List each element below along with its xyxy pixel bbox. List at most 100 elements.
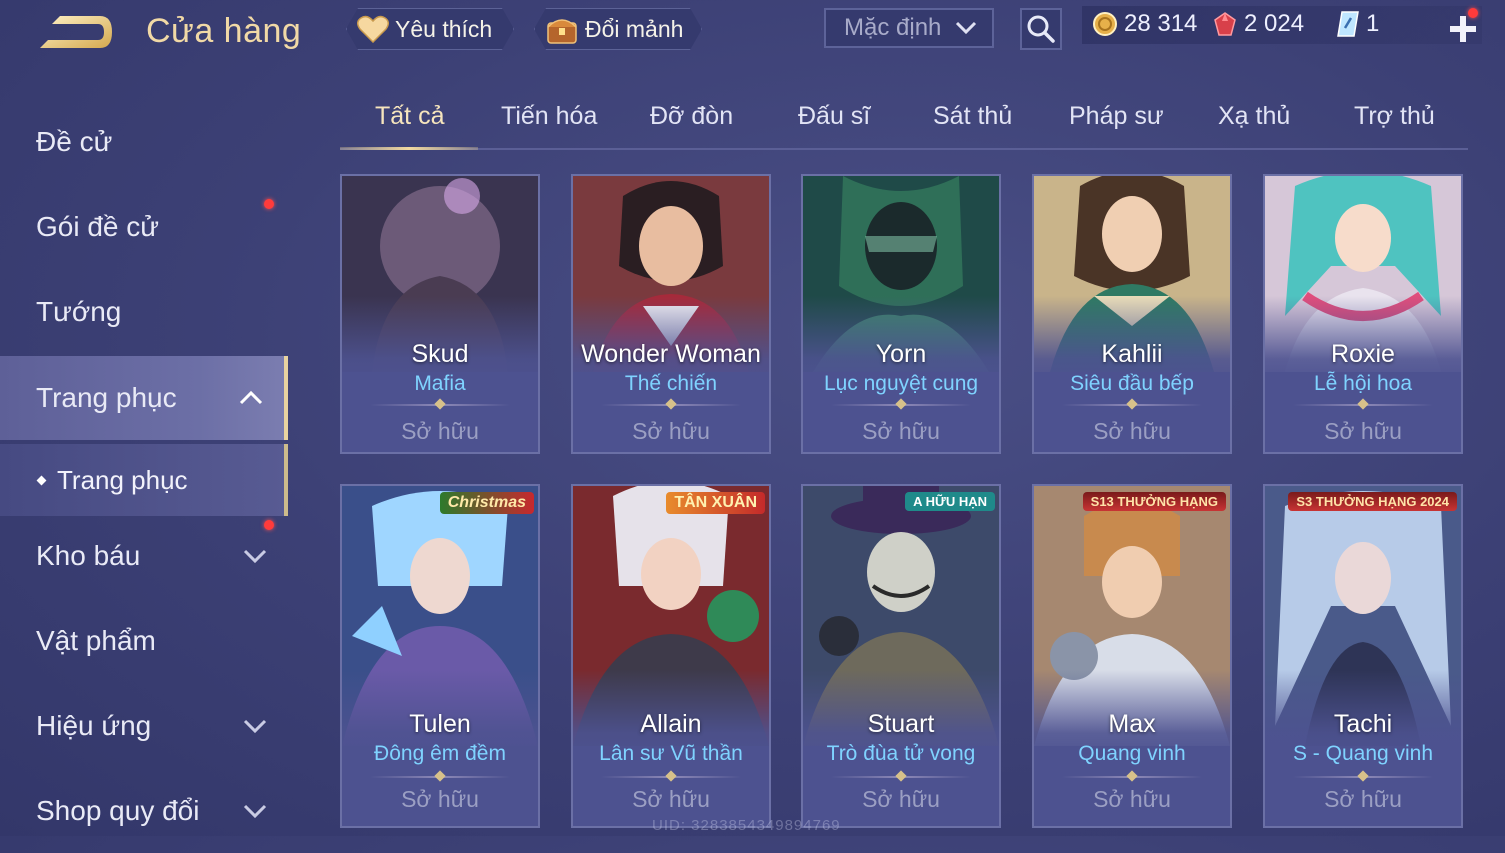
skin-name: S - Quang vinh <box>1292 742 1434 765</box>
sidebar-item-label: Vật phẩm <box>36 625 156 656</box>
exchange-fragments-button[interactable]: Đổi mảnh <box>534 8 702 50</box>
rank-reward-badge: S13 THƯỞNG HẠNG <box>1082 492 1226 511</box>
skin-name: Lễ hội hoa <box>1313 372 1413 395</box>
skin-name: Trò đùa tử vong <box>826 742 976 765</box>
gold-currency: 28 314 <box>1092 10 1197 38</box>
hero-name: Roxie <box>1331 340 1395 368</box>
tab-mage[interactable]: Pháp sư <box>1069 102 1164 131</box>
sort-selected-value: Mặc định <box>844 14 942 41</box>
search-button[interactable] <box>1020 8 1062 50</box>
tab-all[interactable]: Tất cả <box>375 102 444 131</box>
category-tabs: Tất cả Tiến hóa Đỡ đòn Đấu sĩ Sát thủ Ph… <box>340 96 1468 150</box>
gem-currency: 2 024 <box>1212 10 1304 38</box>
tab-tank[interactable]: Đỡ đòn <box>650 102 733 131</box>
notification-dot <box>264 199 274 209</box>
hero-name: Allain <box>640 710 702 738</box>
exchange-label: Đổi mảnh <box>585 15 684 42</box>
ownership-status: Sở hữu <box>1324 418 1402 444</box>
limited-badge: A HỮU HẠN <box>905 492 995 511</box>
event-badge: TÂN XUÂN <box>666 492 765 514</box>
skin-card[interactable]: Skud Mafia Sở hữu <box>340 174 540 454</box>
hero-name: Kahlii <box>1101 340 1163 368</box>
sidebar: Đề cử Gói đề cử Tướng Trang phục Trang p… <box>0 90 290 836</box>
sort-dropdown[interactable]: Mặc định <box>824 8 994 48</box>
chevron-up-icon <box>239 390 263 405</box>
tab-fighter[interactable]: Đấu sĩ <box>798 102 870 131</box>
tab-evolution[interactable]: Tiến hóa <box>501 102 597 131</box>
ownership-status: Sở hữu <box>401 786 479 812</box>
skin-card[interactable]: TÂN XUÂN Allain Lân sư Vũ thần Sở hữu <box>571 484 771 828</box>
skin-name: Quang vinh <box>1078 742 1186 765</box>
divider-diamond-icon <box>1357 770 1369 782</box>
tab-marksman[interactable]: Xạ thủ <box>1218 102 1290 131</box>
sidebar-item-label: Shop quy đổi <box>36 795 200 826</box>
chevron-down-icon <box>243 719 267 734</box>
sidebar-item-skins[interactable]: Trang phục <box>0 356 288 440</box>
skin-card[interactable]: Wonder Woman Thế chiến Sở hữu <box>571 174 771 454</box>
sidebar-item-recommended-packs[interactable]: Gói đề cử <box>0 185 288 269</box>
rank-reward-badge: S3 THƯỞNG HẠNG 2024 <box>1288 492 1457 511</box>
gold-coin-icon <box>1093 12 1117 36</box>
notification-dot <box>264 520 274 530</box>
divider-diamond-icon <box>1126 770 1138 782</box>
divider-diamond-icon <box>665 398 677 410</box>
hero-name: Wonder Woman <box>581 340 761 368</box>
sidebar-item-label: Gói đề cử <box>36 211 160 242</box>
back-arrow-icon[interactable] <box>34 12 116 56</box>
skin-name: Đông êm đềm <box>374 742 506 765</box>
skin-card[interactable]: S3 THƯỞNG HẠNG 2024 Tachi S - Quang vinh… <box>1263 484 1463 828</box>
skin-card[interactable]: Yorn Lục nguyệt cung Sở hữu <box>801 174 1001 454</box>
sidebar-item-label: Kho báu <box>36 540 141 571</box>
hero-name: Skud <box>411 340 469 368</box>
chevron-down-icon <box>955 21 977 35</box>
sidebar-item-label: Tướng <box>36 296 122 327</box>
skin-name: Siêu đầu bếp <box>1070 372 1194 395</box>
skin-card[interactable]: Kahlii Siêu đầu bếp Sở hữu <box>1032 174 1232 454</box>
ownership-status: Sở hữu <box>1324 786 1402 812</box>
hero-name: Tachi <box>1333 710 1393 738</box>
sidebar-item-heroes[interactable]: Tướng <box>0 270 288 354</box>
voucher-currency: 1 <box>1336 10 1379 38</box>
skin-card[interactable]: Christmas Tulen Đông êm đềm Sở hữu <box>340 484 540 828</box>
skin-card[interactable]: Roxie Lễ hội hoa Sở hữu <box>1263 174 1463 454</box>
red-gem-icon <box>1214 12 1236 36</box>
divider-diamond-icon <box>434 398 446 410</box>
sidebar-item-exchange-shop[interactable]: Shop quy đổi <box>0 769 288 853</box>
ownership-status: Sở hữu <box>862 786 940 812</box>
gem-amount: 2 024 <box>1244 10 1305 37</box>
ownership-status: Sở hữu <box>632 786 710 812</box>
divider-diamond-icon <box>1126 398 1138 410</box>
sidebar-item-treasure[interactable]: Kho báu <box>0 514 288 598</box>
skin-name: Mafia <box>414 372 466 395</box>
divider-diamond-icon <box>895 770 907 782</box>
ownership-status: Sở hữu <box>401 418 479 444</box>
skin-card[interactable]: A HỮU HẠN Stuart Trò đùa tử vong Sở hữu <box>801 484 1001 828</box>
hero-name: Max <box>1108 710 1156 738</box>
sidebar-item-label: Đề cử <box>36 126 113 157</box>
favorites-button[interactable]: Yêu thích <box>346 8 514 50</box>
active-tab-indicator <box>340 147 478 150</box>
voucher-amount: 1 <box>1366 10 1380 37</box>
sidebar-subitem-skins[interactable]: Trang phục <box>0 444 288 516</box>
hero-name: Tulen <box>409 710 471 738</box>
top-bar: Cửa hàng Yêu thích Đổi mảnh Mặc định 28 … <box>0 0 1505 62</box>
favorites-label: Yêu thích <box>395 15 493 42</box>
sidebar-subitem-label: Trang phục <box>57 464 188 495</box>
event-badge: Christmas <box>439 492 534 514</box>
skin-name: Thế chiến <box>624 372 718 395</box>
divider-diamond-icon <box>1357 398 1369 410</box>
sidebar-item-recommended[interactable]: Đề cử <box>0 100 288 184</box>
notification-dot <box>1468 8 1478 18</box>
tab-support[interactable]: Trợ thủ <box>1354 102 1435 131</box>
chevron-down-icon <box>243 804 267 819</box>
sidebar-item-label: Trang phục <box>36 382 177 413</box>
treasure-chest-icon <box>545 13 579 45</box>
tab-assassin[interactable]: Sát thủ <box>933 102 1012 131</box>
skin-card[interactable]: S13 THƯỞNG HẠNG Max Quang vinh Sở hữu <box>1032 484 1232 828</box>
page-title: Cửa hàng <box>146 12 302 50</box>
ownership-status: Sở hữu <box>632 418 710 444</box>
divider-diamond-icon <box>665 770 677 782</box>
sidebar-item-effects[interactable]: Hiệu ứng <box>0 684 288 768</box>
skin-name: Lục nguyệt cung <box>823 372 979 395</box>
sidebar-item-items[interactable]: Vật phẩm <box>0 599 288 683</box>
